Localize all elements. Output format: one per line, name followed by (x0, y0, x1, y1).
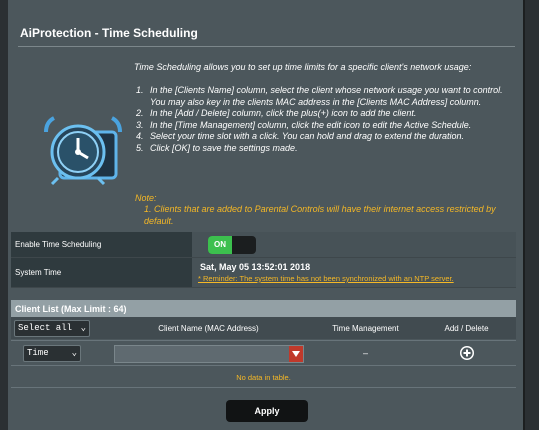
step-4: 4. Select your time slot with a click. Yo… (136, 131, 465, 141)
enable-scheduling-label: Enable Time Scheduling (11, 232, 192, 257)
triangle-down-icon (292, 351, 300, 357)
intro-text: Time Scheduling allows you to set up tim… (134, 62, 472, 72)
empty-table-message: No data in table. (11, 367, 516, 388)
chevron-down-icon: ⌄ (80, 323, 86, 333)
page-title: AiProtection - Time Scheduling (20, 26, 198, 40)
system-time-label: System Time (11, 258, 192, 287)
ntp-reminder-link[interactable]: * Reminder: The system time has not been… (198, 274, 516, 283)
type-dropdown[interactable]: Time ⌄ (23, 344, 81, 362)
plus-circle-icon[interactable] (459, 345, 475, 361)
column-client-name: Client Name (MAC Address) (158, 323, 259, 333)
title-divider (18, 46, 515, 47)
client-entry-row: Time ⌄ – (11, 340, 516, 366)
step-5: 5. Click [OK] to save the settings made. (136, 142, 298, 153)
note-label: Note: (135, 193, 157, 203)
clock-icon (44, 116, 122, 186)
step-1: 1. In the [Clients Name] column, select t… (136, 85, 503, 107)
column-time-management: Time Management (332, 323, 399, 333)
time-management-value: – (362, 348, 368, 358)
instruction-steps: 1. In the [Clients Name] column, select t… (136, 85, 508, 154)
client-table-header: Select all ⌄ Client Name (MAC Address) T… (11, 317, 516, 339)
window-frame-right (525, 0, 539, 430)
column-add-delete: Add / Delete (444, 323, 489, 333)
chevron-down-icon: ⌄ (71, 348, 77, 358)
note-text: 1. Clients that are added to Parental Co… (144, 204, 496, 226)
step-3: 3. In the [Time Management] column, click… (136, 119, 472, 130)
system-time-row: System Time Sat, May 05 13:52:01 2018 * … (11, 258, 516, 288)
client-mac-input[interactable] (114, 345, 304, 363)
client-list-header: Client List (Max Limit : 64) (11, 300, 516, 317)
select-all-dropdown[interactable]: Select all ⌄ (14, 319, 90, 337)
client-list-dropdown-button[interactable] (289, 346, 303, 362)
window-frame-left (0, 0, 8, 430)
settings-table: Enable Time Scheduling ON System Time Sa… (11, 232, 516, 288)
enable-scheduling-toggle[interactable]: ON (208, 235, 256, 254)
toggle-on-label: ON (208, 235, 232, 254)
system-time-value: Sat, May 05 13:52:01 2018 (200, 262, 311, 272)
enable-scheduling-row: Enable Time Scheduling ON (11, 232, 516, 258)
apply-button[interactable]: Apply (226, 400, 308, 422)
step-2: 2. In the [Add / Delete] column, click th… (136, 108, 417, 118)
